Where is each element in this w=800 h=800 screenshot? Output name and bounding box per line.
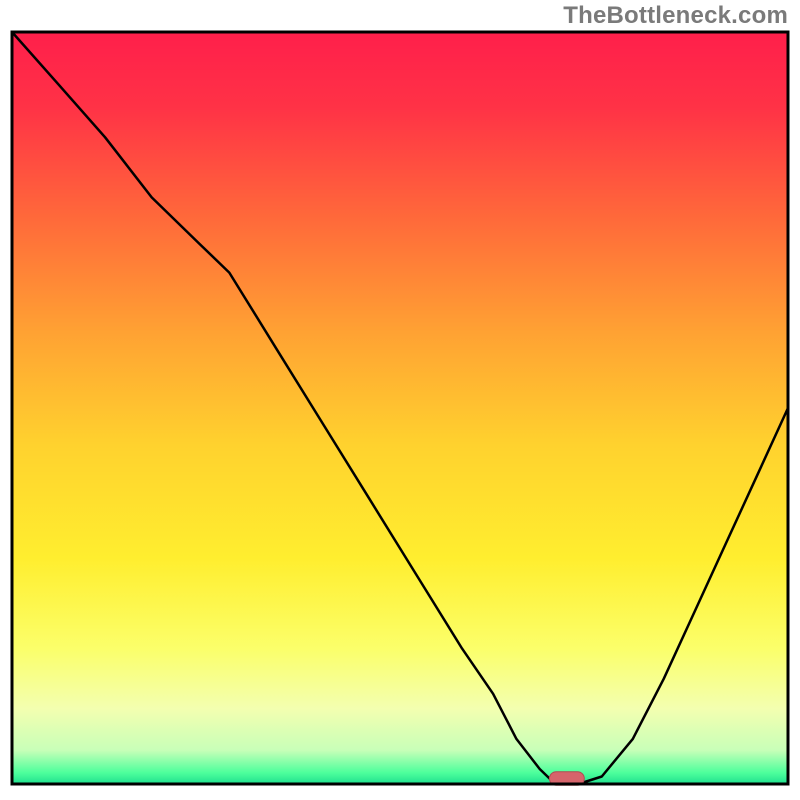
bottleneck-chart [0,0,800,800]
chart-frame: TheBottleneck.com [0,0,800,800]
watermark-text: TheBottleneck.com [563,2,788,30]
plot-background [12,32,788,784]
